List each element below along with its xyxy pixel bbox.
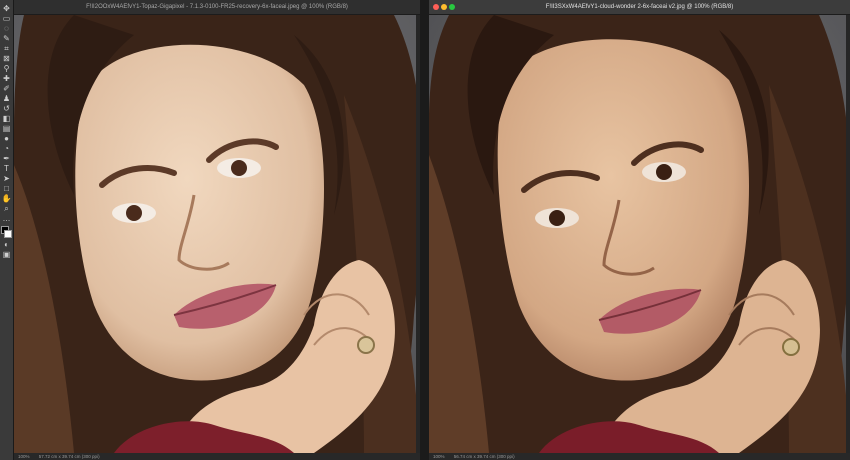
path-select-icon[interactable]: ➤ bbox=[1, 174, 12, 183]
doc-size-right: 56.74 cm x 39.74 cm (300 ppi) bbox=[453, 454, 515, 459]
portrait-image-left bbox=[14, 15, 420, 453]
frame-icon[interactable]: ⊠ bbox=[1, 54, 12, 63]
clone-stamp-icon[interactable]: ♟ bbox=[1, 94, 12, 103]
vertical-scrollbar-right[interactable] bbox=[846, 15, 850, 453]
quick-select-icon[interactable]: ✎ bbox=[1, 34, 12, 43]
type-icon[interactable]: T bbox=[1, 164, 12, 173]
lasso-icon[interactable]: ◌ bbox=[1, 24, 12, 33]
healing-icon[interactable]: ✚ bbox=[1, 74, 12, 83]
document-window-right[interactable]: F!II3SXxW4AEfvY1-cloud-wonder 2-6x-facea… bbox=[429, 0, 850, 460]
eyedropper-icon[interactable]: ⚲ bbox=[1, 64, 12, 73]
close-window-icon[interactable] bbox=[433, 4, 439, 10]
status-bar-left: 100% 57.72 cm x 39.74 cm (300 ppi) bbox=[14, 453, 420, 460]
dodge-icon[interactable]: ◔ bbox=[1, 144, 12, 153]
history-brush-icon[interactable]: ↺ bbox=[1, 104, 12, 113]
rectangle-icon[interactable]: □ bbox=[1, 184, 12, 193]
gradient-icon[interactable]: ▤ bbox=[1, 124, 12, 133]
zoom-readout-left[interactable]: 100% bbox=[18, 454, 30, 459]
more-tools-icon[interactable]: … bbox=[1, 214, 12, 223]
eraser-icon[interactable]: ◧ bbox=[1, 114, 12, 123]
move-icon[interactable]: ✥ bbox=[1, 4, 12, 13]
background-color-swatch[interactable] bbox=[4, 230, 12, 238]
hand-icon[interactable]: ✋ bbox=[1, 194, 12, 203]
document-title-left: F!II2OOxW4AEfvY1-Topaz-Gigapixel - 7.1.3… bbox=[86, 4, 348, 10]
brush-icon[interactable]: ✐ bbox=[1, 84, 12, 93]
tools-palette: ✥ ▭ ◌ ✎ ⌗ ⊠ ⚲ ✚ ✐ ♟ ↺ ◧ ▤ ● ◔ ✒ T ➤ □ ✋ ⌕… ◐ ▣ bbox=[0, 0, 14, 460]
pen-icon[interactable]: ✒ bbox=[1, 154, 12, 163]
zoom-window-icon[interactable] bbox=[449, 4, 455, 10]
artboard-icon[interactable]: ▭ bbox=[1, 14, 12, 23]
screen-mode-icon[interactable]: ▣ bbox=[1, 250, 12, 259]
status-bar-right: 100% 56.74 cm x 39.74 cm (300 ppi) bbox=[429, 453, 850, 460]
zoom-readout-right[interactable]: 100% bbox=[433, 454, 445, 459]
canvas-right[interactable] bbox=[429, 15, 850, 453]
window-divider bbox=[420, 0, 429, 460]
document-tab-left[interactable]: F!II2OOxW4AEfvY1-Topaz-Gigapixel - 7.1.3… bbox=[14, 0, 420, 15]
document-window-left[interactable]: F!II2OOxW4AEfvY1-Topaz-Gigapixel - 7.1.3… bbox=[14, 0, 420, 460]
minimize-window-icon[interactable] bbox=[441, 4, 447, 10]
zoom-icon[interactable]: ⌕ bbox=[1, 204, 12, 213]
portrait-image-right bbox=[429, 15, 850, 453]
blur-icon[interactable]: ● bbox=[1, 134, 12, 143]
canvas-left[interactable] bbox=[14, 15, 420, 453]
document-title-right: F!II3SXxW4AEfvY1-cloud-wonder 2-6x-facea… bbox=[545, 4, 734, 10]
document-tab-right[interactable]: F!II3SXxW4AEfvY1-cloud-wonder 2-6x-facea… bbox=[429, 0, 850, 15]
doc-size-left: 57.72 cm x 39.74 cm (300 ppi) bbox=[38, 454, 100, 459]
quick-mask-icon[interactable]: ◐ bbox=[1, 240, 12, 249]
crop-icon[interactable]: ⌗ bbox=[1, 44, 12, 53]
